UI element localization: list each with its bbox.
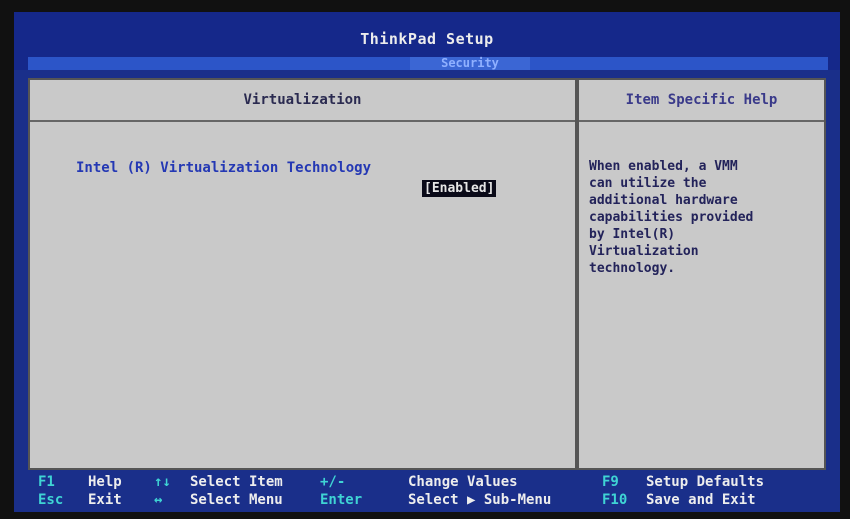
- key-enter-desc: Select ▶ Sub-Menu: [408, 492, 552, 508]
- bios-screen: ThinkPad Setup Security Virtualization I…: [14, 12, 840, 512]
- key-updown-desc: Select Item: [190, 474, 283, 490]
- main-panel: Virtualization Intel (R) Virtualization …: [28, 78, 577, 470]
- key-f1-desc: Help: [88, 474, 122, 490]
- key-f10: F10: [602, 492, 628, 508]
- help-panel-header: Item Specific Help: [579, 80, 824, 122]
- app-title: ThinkPad Setup: [360, 30, 494, 48]
- key-f9-desc: Setup Defaults: [646, 474, 765, 490]
- key-leftright-icon: ↔: [154, 492, 163, 508]
- title-bar: ThinkPad Setup Security: [14, 12, 840, 70]
- key-f1: F1: [38, 474, 55, 490]
- key-leftright-desc: Select Menu: [190, 492, 283, 508]
- key-esc: Esc: [38, 492, 64, 508]
- key-f9: F9: [602, 474, 619, 490]
- tab-security[interactable]: Security: [410, 57, 530, 70]
- help-panel: Item Specific Help When enabled, a VMM c…: [577, 78, 826, 470]
- key-legend-footer: F1 Help ↑↓ Select Item +/- Change Values…: [14, 470, 840, 512]
- main-panel-header: Virtualization: [30, 80, 575, 122]
- key-enter: Enter: [320, 492, 363, 508]
- key-f10-desc: Save and Exit: [646, 492, 756, 508]
- key-plusminus-desc: Change Values: [408, 474, 518, 490]
- setting-value-virtualization[interactable]: [Enabled]: [422, 180, 497, 197]
- setting-label-virtualization[interactable]: Intel (R) Virtualization Technology: [76, 160, 371, 176]
- key-plusminus: +/-: [320, 474, 346, 490]
- key-updown-icon: ↑↓: [154, 474, 171, 490]
- help-text: When enabled, a VMM can utilize the addi…: [589, 159, 754, 276]
- key-esc-desc: Exit: [88, 492, 122, 508]
